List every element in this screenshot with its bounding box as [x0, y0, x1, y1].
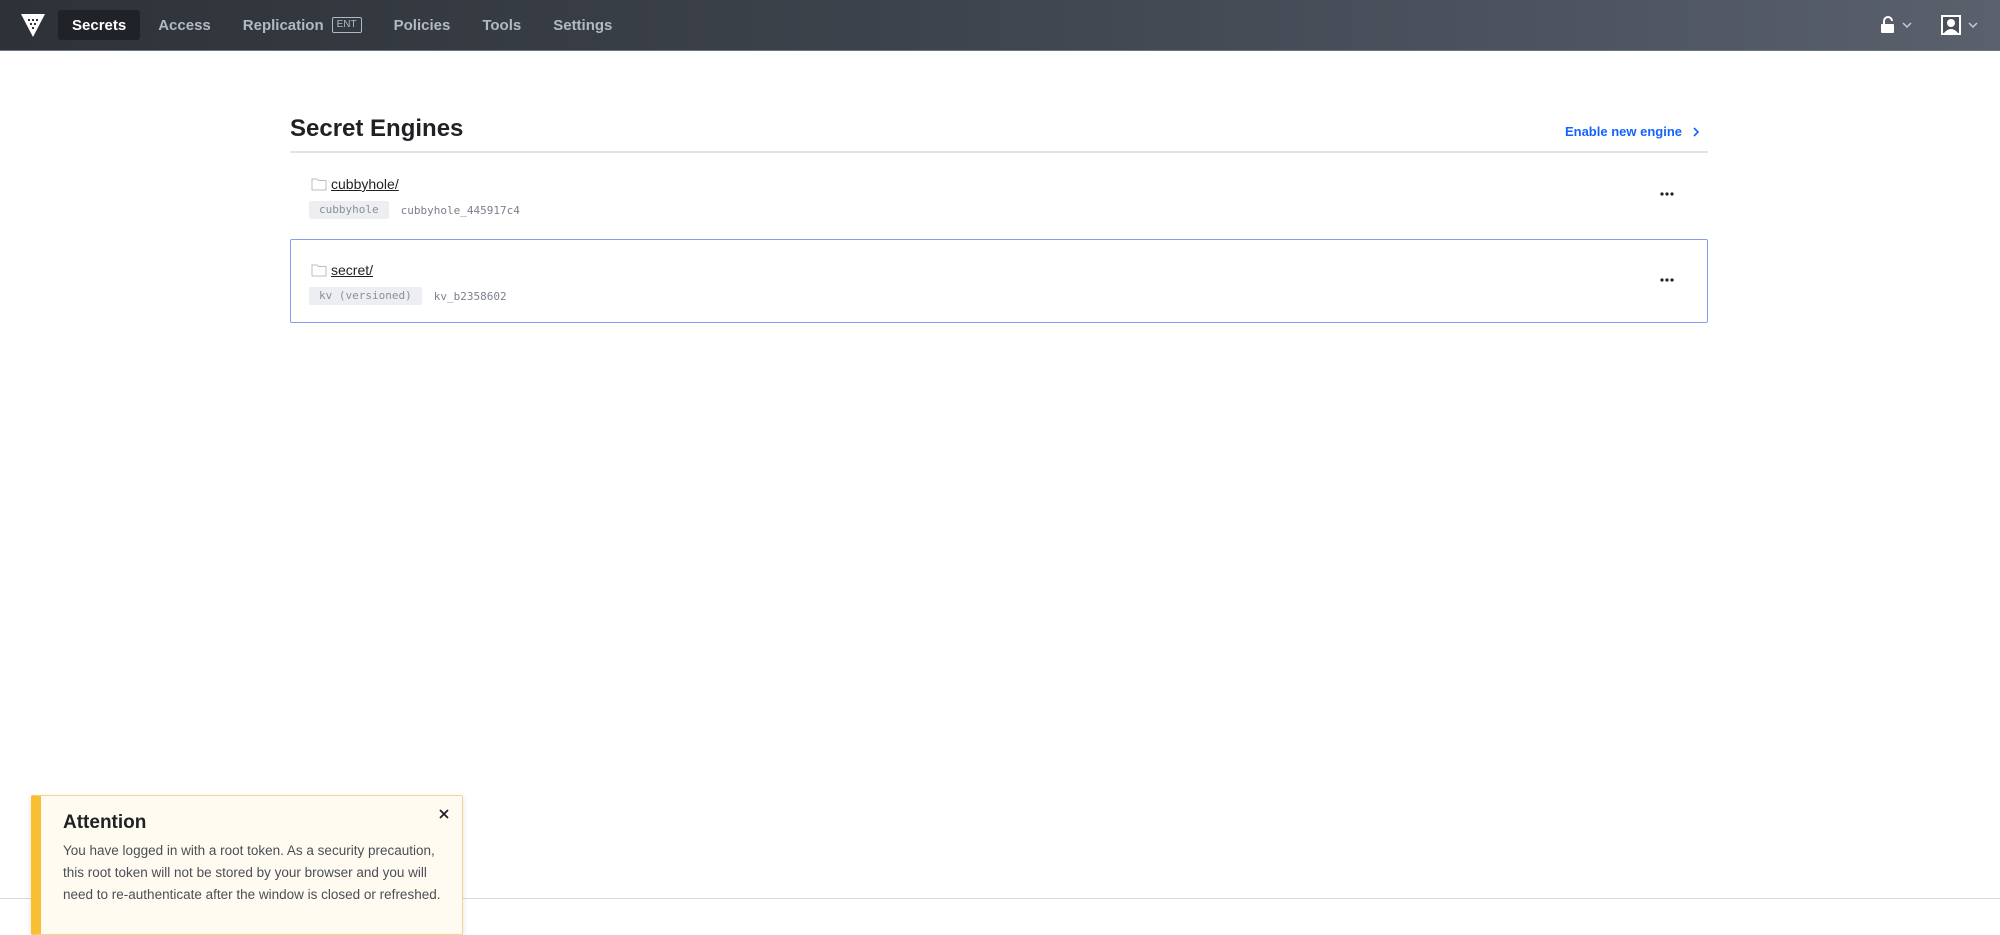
- top-navigation-bar: Secrets Access Replication ENT Policies …: [0, 0, 2000, 51]
- close-icon: [439, 809, 449, 819]
- nav-item-access[interactable]: Access: [144, 10, 225, 40]
- engine-meta: kv (versioned) kv_b2358602: [309, 287, 507, 305]
- nav-item-tools[interactable]: Tools: [468, 10, 535, 40]
- engine-path-label: secret/: [331, 262, 374, 278]
- seal-status-menu[interactable]: [1880, 14, 1912, 36]
- nav-item-policies[interactable]: Policies: [380, 10, 465, 40]
- chevron-down-icon: [1902, 22, 1912, 29]
- main-nav: Secrets Access Replication ENT Policies …: [58, 10, 630, 40]
- more-actions-button[interactable]: [1655, 270, 1679, 290]
- engine-type-tag: kv (versioned): [309, 287, 422, 305]
- engine-path-link[interactable]: secret/: [311, 262, 373, 278]
- engine-list-item-cubbyhole[interactable]: cubbyhole/ cubbyhole cubbyhole_445917c4: [290, 153, 1708, 237]
- close-button[interactable]: [436, 806, 452, 822]
- engine-list-item-secret[interactable]: secret/ kv (versioned) kv_b2358602: [290, 239, 1708, 323]
- nav-item-settings[interactable]: Settings: [539, 10, 626, 40]
- nav-item-label: Access: [158, 16, 211, 34]
- engine-path-label: cubbyhole/: [331, 176, 399, 192]
- nav-item-label: Tools: [482, 16, 522, 34]
- engine-type-tag: cubbyhole: [309, 201, 389, 219]
- engine-accessor: kv_b2358602: [433, 289, 507, 303]
- nav-item-label: Policies: [393, 16, 451, 34]
- folder-icon: [311, 178, 327, 191]
- more-actions-button[interactable]: [1655, 184, 1679, 204]
- engine-path-link[interactable]: cubbyhole/: [311, 176, 399, 192]
- flash-message: You have logged in with a root token. As…: [63, 843, 441, 902]
- root-token-warning-flash: Attention You have logged in with a root…: [31, 795, 463, 935]
- enterprise-badge: ENT: [331, 17, 362, 33]
- page-title: Secret Engines: [290, 115, 464, 142]
- ellipsis-icon: [1660, 278, 1674, 282]
- nav-item-label: Secrets: [72, 16, 127, 34]
- nav-item-replication[interactable]: Replication ENT: [229, 10, 376, 40]
- chevron-down-icon: [1968, 22, 1978, 29]
- vault-logo-icon[interactable]: [20, 12, 46, 38]
- page-header: Secret Engines Enable new engine: [290, 100, 1708, 153]
- user-menu[interactable]: [1940, 13, 1978, 37]
- main-content: Secret Engines Enable new engine cubbyho…: [290, 100, 1708, 323]
- enable-new-engine-label: Enable new engine: [1564, 124, 1682, 139]
- nav-item-label: Settings: [553, 16, 613, 34]
- unlocked-icon: [1881, 16, 1894, 33]
- engine-accessor: cubbyhole_445917c4: [400, 203, 520, 217]
- folder-icon: [311, 264, 327, 277]
- flash-title: Attention: [63, 812, 147, 833]
- nav-item-label: Replication: [242, 16, 324, 34]
- chevron-right-icon: [1693, 126, 1700, 137]
- enable-new-engine-link[interactable]: Enable new engine: [1565, 124, 1700, 139]
- nav-item-secrets[interactable]: Secrets: [58, 10, 141, 40]
- user-avatar-icon: [1941, 15, 1961, 35]
- engine-meta: cubbyhole cubbyhole_445917c4: [309, 201, 520, 219]
- ellipsis-icon: [1660, 192, 1674, 196]
